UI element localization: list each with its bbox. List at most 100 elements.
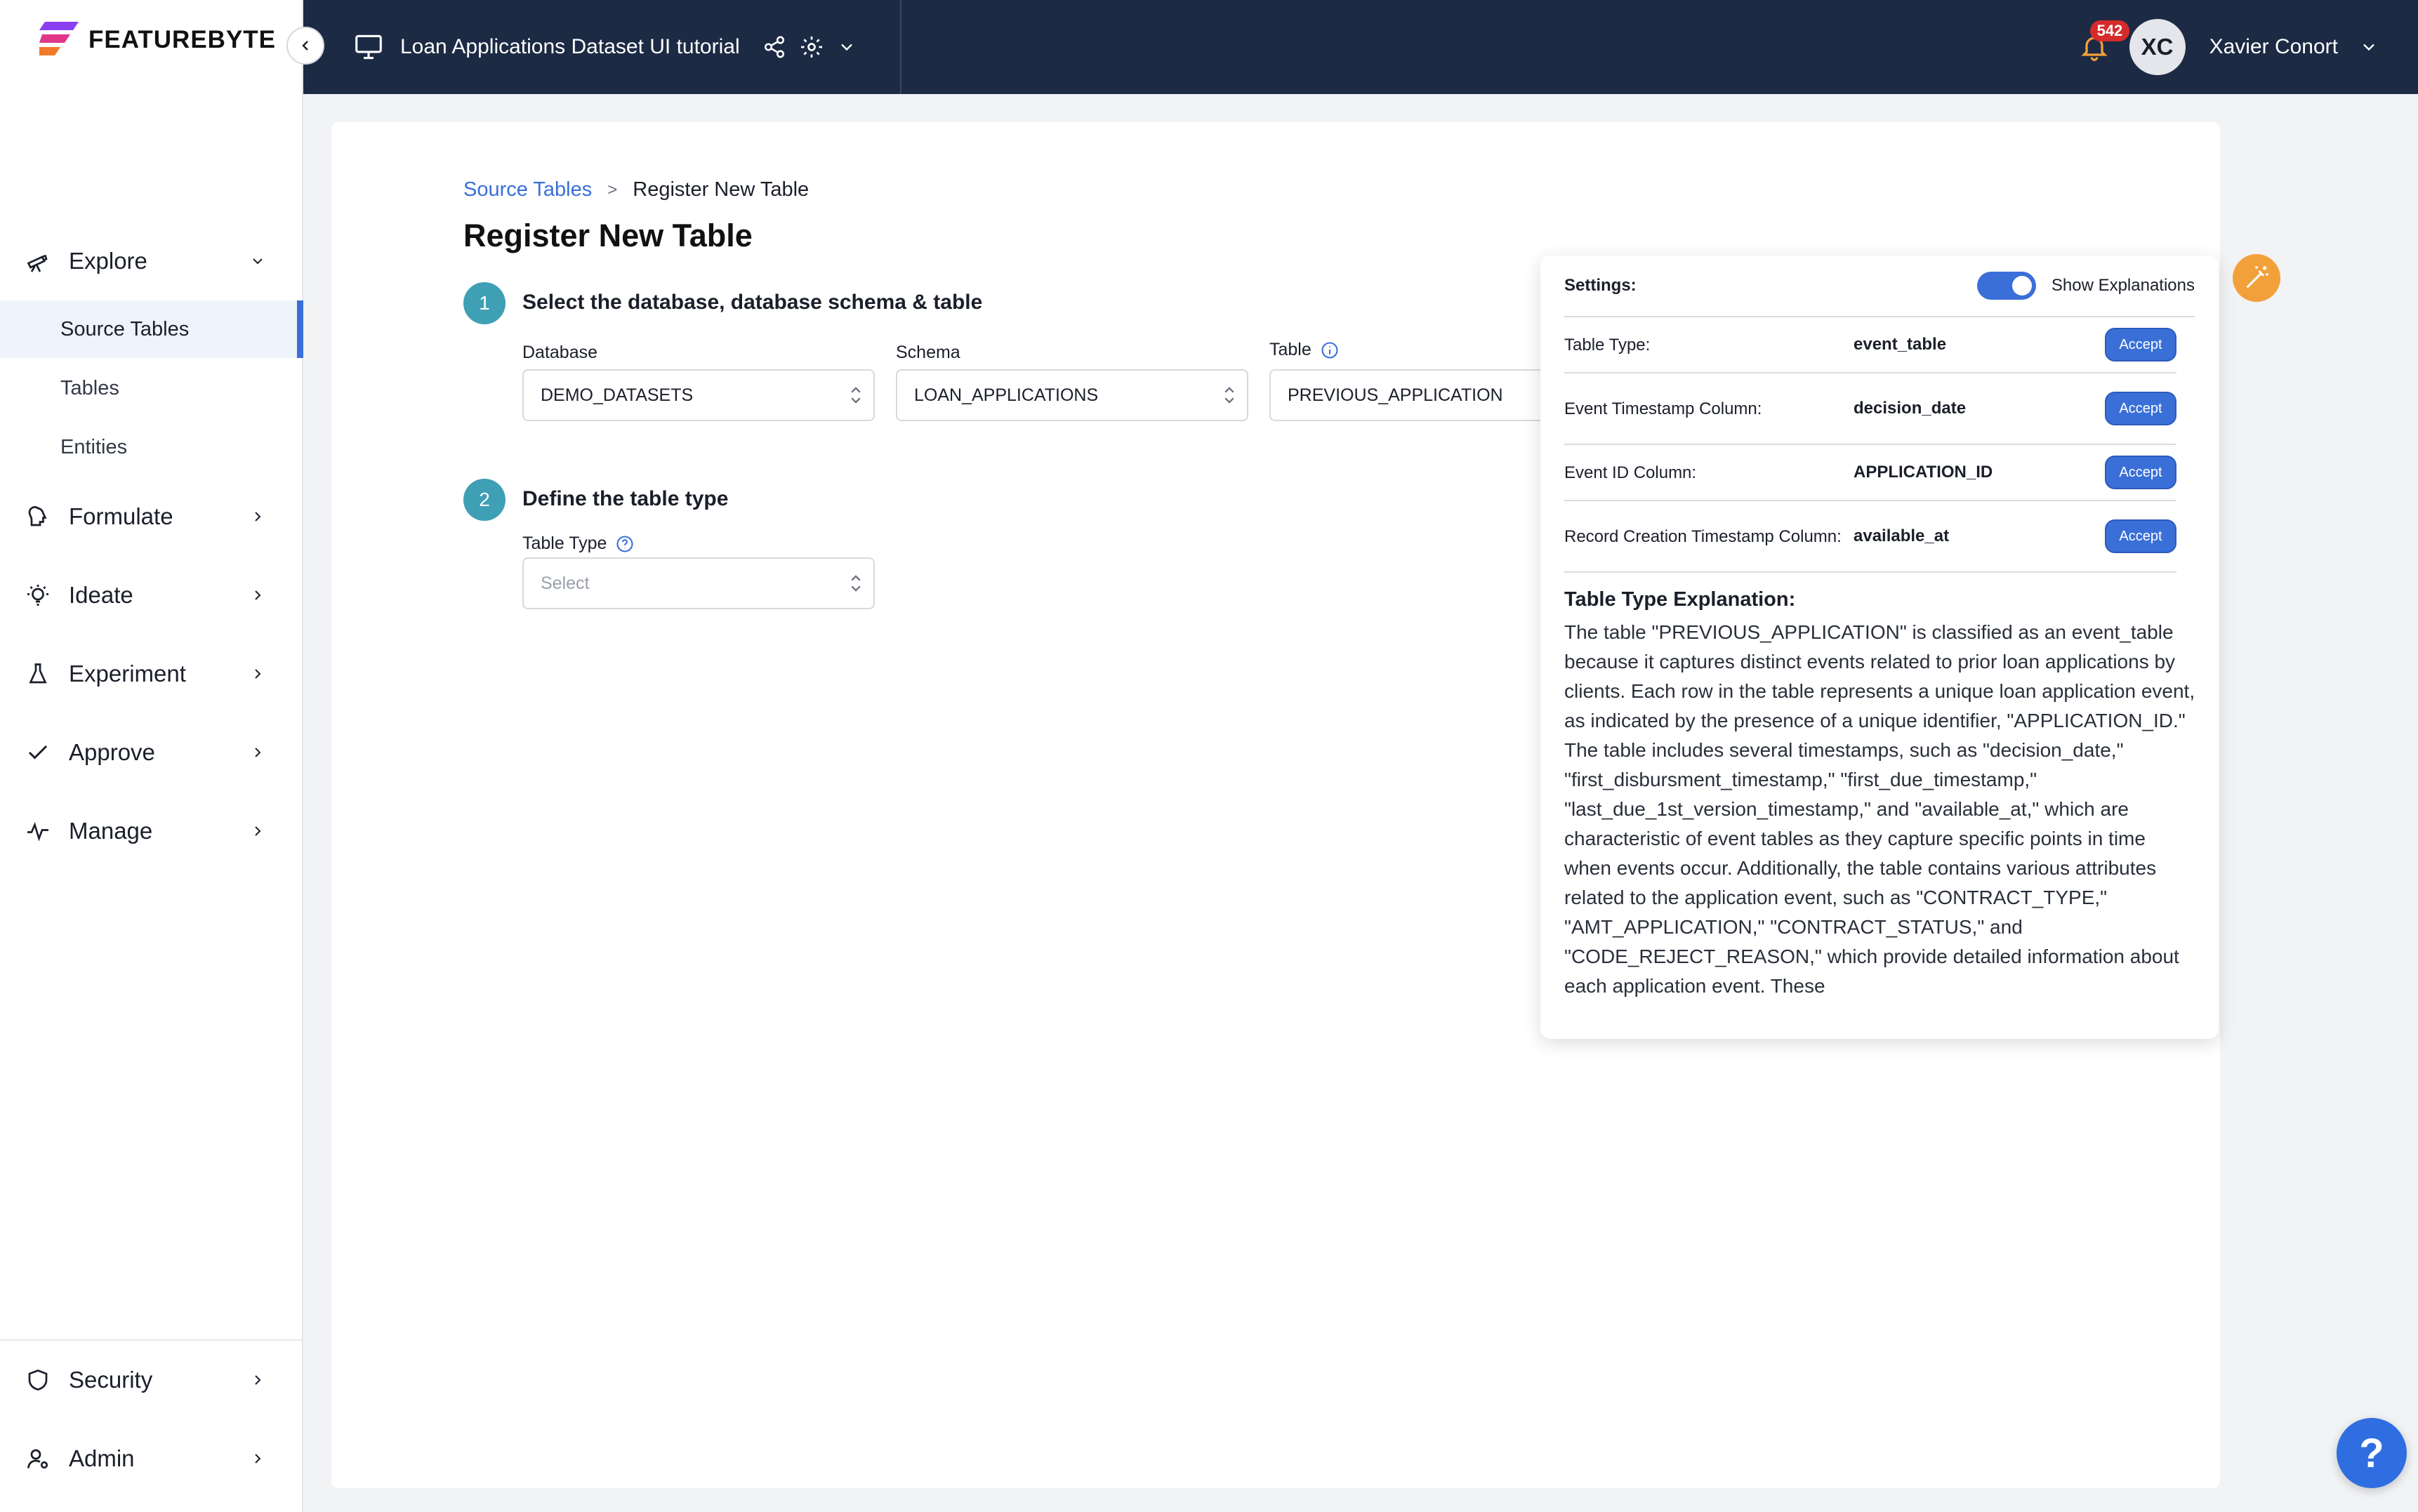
setting-row-table-type: Table Type: event_table Accept xyxy=(1564,317,2176,373)
sidebar-item-entities[interactable]: Entities xyxy=(0,418,303,476)
notifications-button[interactable]: 542 xyxy=(2073,20,2130,68)
sidebar-group-formulate[interactable]: Formulate xyxy=(0,487,303,546)
database-select[interactable]: DEMO_DATASETS xyxy=(522,369,875,421)
breadcrumb: Source Tables > Register New Table xyxy=(463,178,809,201)
schema-label: Schema xyxy=(896,343,960,363)
show-explanations-toggle[interactable] xyxy=(1976,272,2036,300)
accept-event-id-button[interactable]: Accept xyxy=(2105,456,2176,489)
monitor-icon xyxy=(355,34,382,60)
check-icon xyxy=(24,738,52,767)
breadcrumb-separator: > xyxy=(607,180,618,199)
setting-row-event-id: Event ID Column: APPLICATION_ID Accept xyxy=(1564,445,2176,501)
sidebar-group-ideate[interactable]: Ideate xyxy=(0,566,303,625)
schema-select[interactable]: LOAN_APPLICATIONS xyxy=(896,369,1248,421)
help-button[interactable]: ? xyxy=(2337,1418,2407,1488)
database-label-text: Database xyxy=(522,343,598,362)
chevron-left-icon xyxy=(302,41,308,51)
sidebar-group-label: Explore xyxy=(69,248,147,274)
table-type-select[interactable]: Select xyxy=(522,557,875,609)
setting-key: Event ID Column: xyxy=(1564,463,1697,482)
table-select-value: PREVIOUS_APPLICATION xyxy=(1288,385,1503,405)
ai-suggest-button[interactable] xyxy=(2233,254,2280,302)
setting-key: Event Timestamp Column: xyxy=(1564,399,1762,418)
sidebar-group-experiment[interactable]: Experiment xyxy=(0,644,303,703)
chevron-right-icon xyxy=(247,506,268,527)
database-label: Database xyxy=(522,343,597,363)
catalog-title: Loan Applications Dataset UI tutorial xyxy=(400,35,740,58)
settings-header: Settings: Show Explanations xyxy=(1564,256,2195,317)
step-1-title: Select the database, database schema & t… xyxy=(522,291,983,314)
setting-row-event-timestamp: Event Timestamp Column: decision_date Ac… xyxy=(1564,373,2176,445)
step-2-title: Define the table type xyxy=(522,487,729,510)
chevron-right-icon xyxy=(247,663,268,684)
sidebar-group-manage[interactable]: Manage xyxy=(0,802,303,861)
featurebyte-logo-icon xyxy=(39,22,79,55)
setting-value: event_table xyxy=(1854,335,1947,354)
sidebar-collapse-button[interactable] xyxy=(286,27,324,65)
chevron-right-icon xyxy=(247,821,268,842)
lightbulb-icon xyxy=(24,581,52,609)
telescope-icon xyxy=(24,247,52,275)
sidebar-group-label: Experiment xyxy=(69,661,186,687)
sidebar: FEATUREBYTE Explore Source Tables Tables… xyxy=(0,0,303,1512)
sidebar-group-approve[interactable]: Approve xyxy=(0,723,303,782)
database-select-value: DEMO_DATASETS xyxy=(541,385,694,405)
accept-record-creation-button[interactable]: Accept xyxy=(2105,519,2176,553)
setting-key: Table Type: xyxy=(1564,335,1651,354)
explanation-title: Table Type Explanation: xyxy=(1564,588,1796,611)
step-2-number: 2 xyxy=(463,479,506,521)
accept-event-timestamp-button[interactable]: Accept xyxy=(2105,392,2176,425)
sort-arrows-icon xyxy=(838,574,873,592)
sidebar-group-label: Ideate xyxy=(69,582,133,608)
featurebyte-logo[interactable]: FEATUREBYTE xyxy=(39,20,276,60)
catalog-selector[interactable]: Loan Applications Dataset UI tutorial xyxy=(303,0,901,94)
sidebar-divider xyxy=(0,1339,303,1341)
sidebar-group-security[interactable]: Security xyxy=(0,1351,303,1410)
settings-panel: Settings: Show Explanations Table Type: … xyxy=(1540,256,2219,1039)
help-circle-icon[interactable] xyxy=(615,534,635,554)
user-icon xyxy=(24,1445,52,1473)
chevron-right-icon xyxy=(247,742,268,763)
user-name[interactable]: Xavier Conort xyxy=(2209,35,2338,59)
sidebar-group-label: Security xyxy=(69,1367,153,1393)
brain-icon xyxy=(24,503,52,531)
sidebar-group-label: Approve xyxy=(69,739,155,765)
share-icon[interactable] xyxy=(762,35,786,59)
chevron-down-icon xyxy=(247,251,268,272)
chevron-right-icon xyxy=(247,585,268,606)
table-select[interactable]: PREVIOUS_APPLICATION xyxy=(1269,369,1564,421)
chevron-right-icon xyxy=(247,1370,268,1391)
pulse-icon xyxy=(24,817,52,845)
settings-label: Settings: xyxy=(1564,276,1637,295)
table-type-select-placeholder: Select xyxy=(541,573,590,593)
logo-text: FEATUREBYTE xyxy=(88,26,277,53)
explanation-text: The table "PREVIOUS_APPLICATION" is clas… xyxy=(1564,621,2195,997)
top-bar: Loan Applications Dataset UI tutorial 54… xyxy=(303,0,2418,94)
schema-label-text: Schema xyxy=(896,343,960,362)
page-title: Register New Table xyxy=(463,218,753,253)
breadcrumb-source-tables-link[interactable]: Source Tables xyxy=(463,178,592,201)
magic-wand-icon xyxy=(2246,266,2268,289)
sort-arrows-icon xyxy=(838,386,873,404)
step-1-number: 1 xyxy=(463,282,506,324)
gear-icon[interactable] xyxy=(799,34,824,60)
table-type-label-text: Table Type xyxy=(522,533,607,553)
setting-value: decision_date xyxy=(1854,399,1967,418)
sidebar-group-explore[interactable]: Explore xyxy=(0,232,303,291)
sidebar-item-tables[interactable]: Tables xyxy=(0,359,303,417)
sidebar-item-source-tables[interactable]: Source Tables xyxy=(0,300,303,358)
setting-value: available_at xyxy=(1854,526,1950,545)
shield-icon xyxy=(24,1366,52,1394)
sidebar-group-label: Manage xyxy=(69,818,153,844)
chevron-down-icon[interactable] xyxy=(2359,37,2379,57)
sidebar-group-admin[interactable]: Admin xyxy=(0,1429,303,1488)
avatar[interactable]: XC xyxy=(2129,19,2186,75)
show-explanations-label: Show Explanations xyxy=(2051,276,2195,295)
chevron-down-icon[interactable] xyxy=(837,37,857,57)
table-type-label: Table Type xyxy=(522,533,635,554)
sidebar-group-label: Formulate xyxy=(69,503,173,529)
accept-table-type-button[interactable]: Accept xyxy=(2105,328,2176,362)
info-icon[interactable] xyxy=(1320,340,1340,360)
setting-key: Record Creation Timestamp Column: xyxy=(1564,526,1842,546)
setting-row-record-creation: Record Creation Timestamp Column: availa… xyxy=(1564,501,2176,573)
